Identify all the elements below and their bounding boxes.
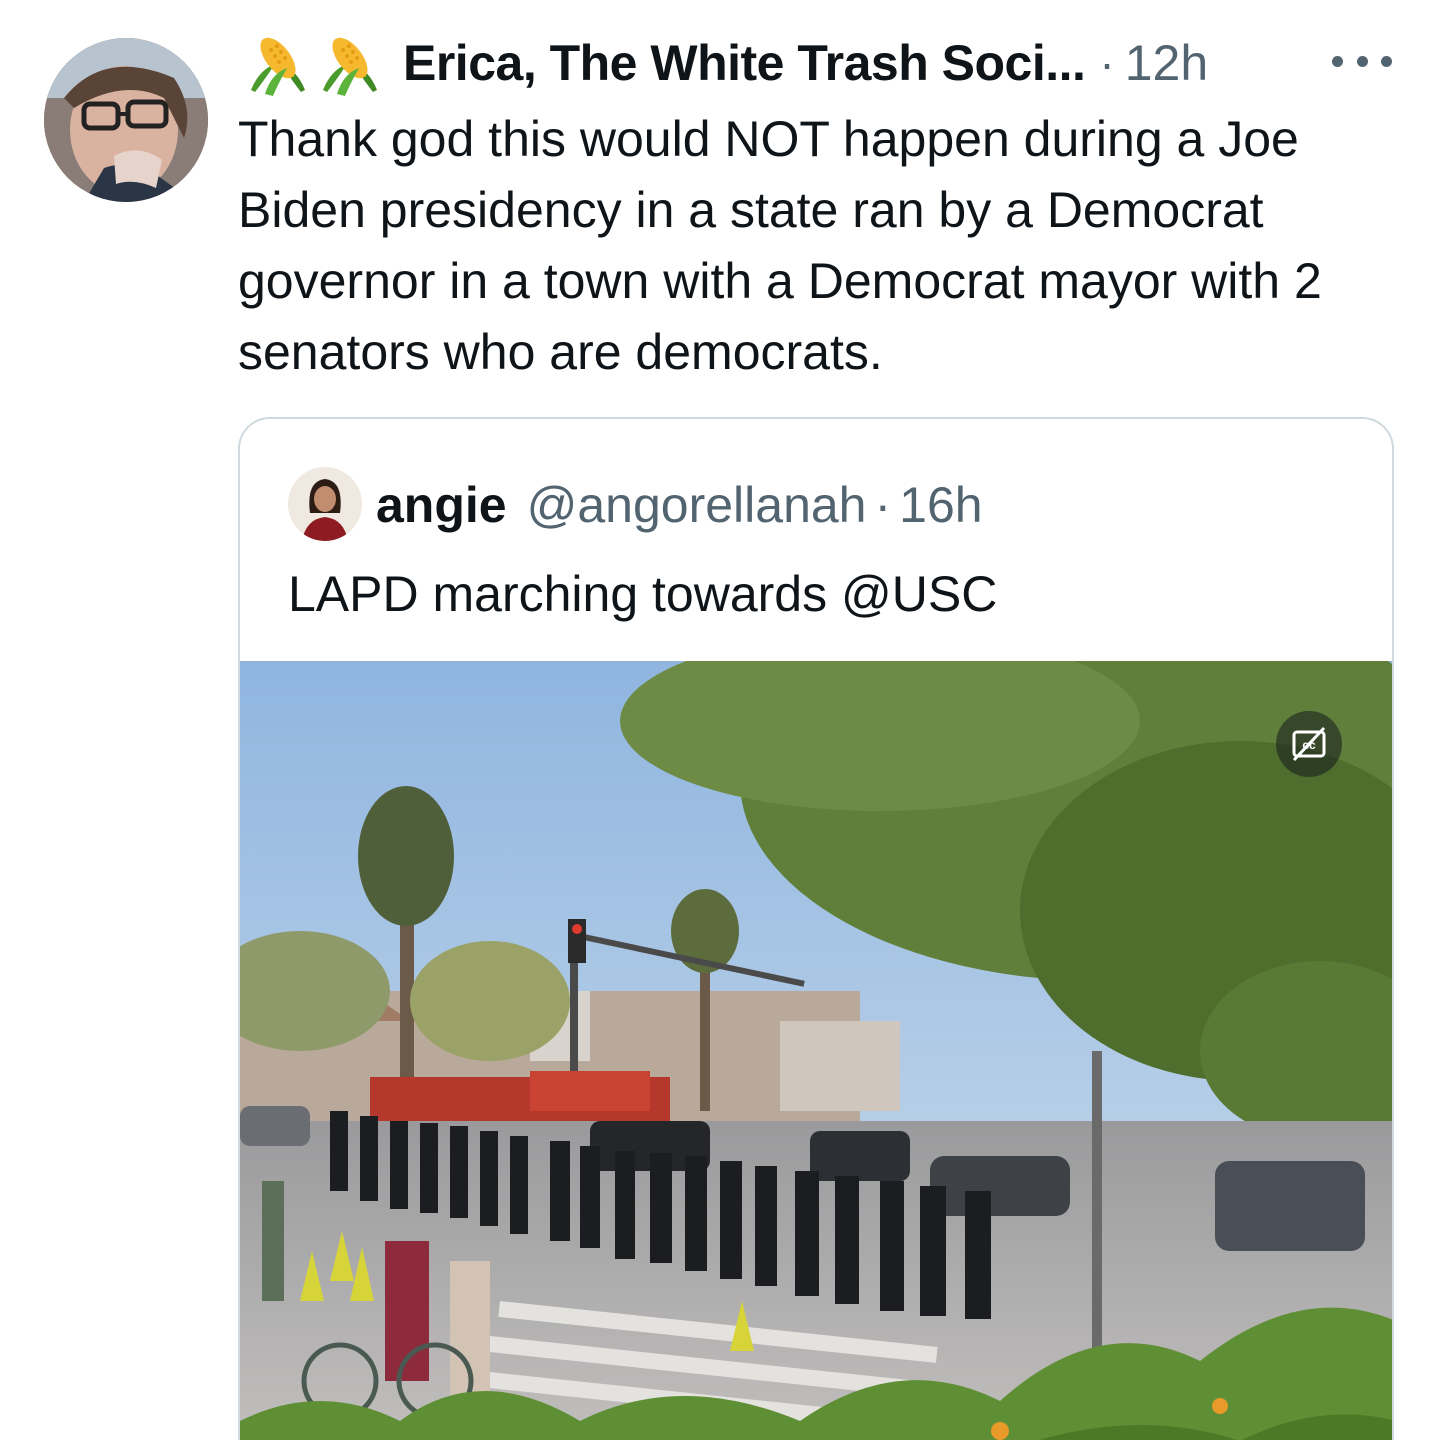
more-options-button[interactable] bbox=[1332, 36, 1392, 86]
display-name[interactable]: Erica, The White Trash Soci... bbox=[403, 34, 1086, 92]
quoted-handle[interactable]: @angorellanah bbox=[527, 476, 867, 534]
quoted-timestamp[interactable]: 16h bbox=[899, 476, 982, 534]
video-player[interactable]: cc bbox=[240, 661, 1392, 1440]
quoted-tweet-header: angie @angorellanah · 16h bbox=[376, 473, 983, 537]
more-horizontal-icon bbox=[1332, 55, 1343, 67]
user-avatar[interactable] bbox=[44, 38, 208, 202]
quoted-display-name[interactable]: angie bbox=[376, 476, 507, 534]
separator-dot: · bbox=[1099, 37, 1115, 89]
timestamp[interactable]: 12h bbox=[1125, 34, 1208, 92]
tweet-text: Thank god this would NOT happen during a… bbox=[238, 111, 1322, 380]
corn-icon bbox=[317, 30, 383, 96]
closed-captions-button[interactable]: cc bbox=[1276, 711, 1342, 777]
separator-dot: · bbox=[874, 477, 892, 533]
corn-icon bbox=[245, 30, 311, 96]
quoted-tweet-text: LAPD marching towards @USC bbox=[288, 566, 998, 622]
closed-captions-off-icon: cc bbox=[1292, 726, 1326, 762]
tweet-header: Erica, The White Trash Soci... · 12h bbox=[245, 30, 1208, 96]
video-frame bbox=[240, 661, 1392, 1440]
quoted-tweet[interactable]: angie @angorellanah · 16h LAPD marching … bbox=[238, 417, 1394, 1440]
quoted-user-avatar[interactable] bbox=[288, 467, 362, 541]
